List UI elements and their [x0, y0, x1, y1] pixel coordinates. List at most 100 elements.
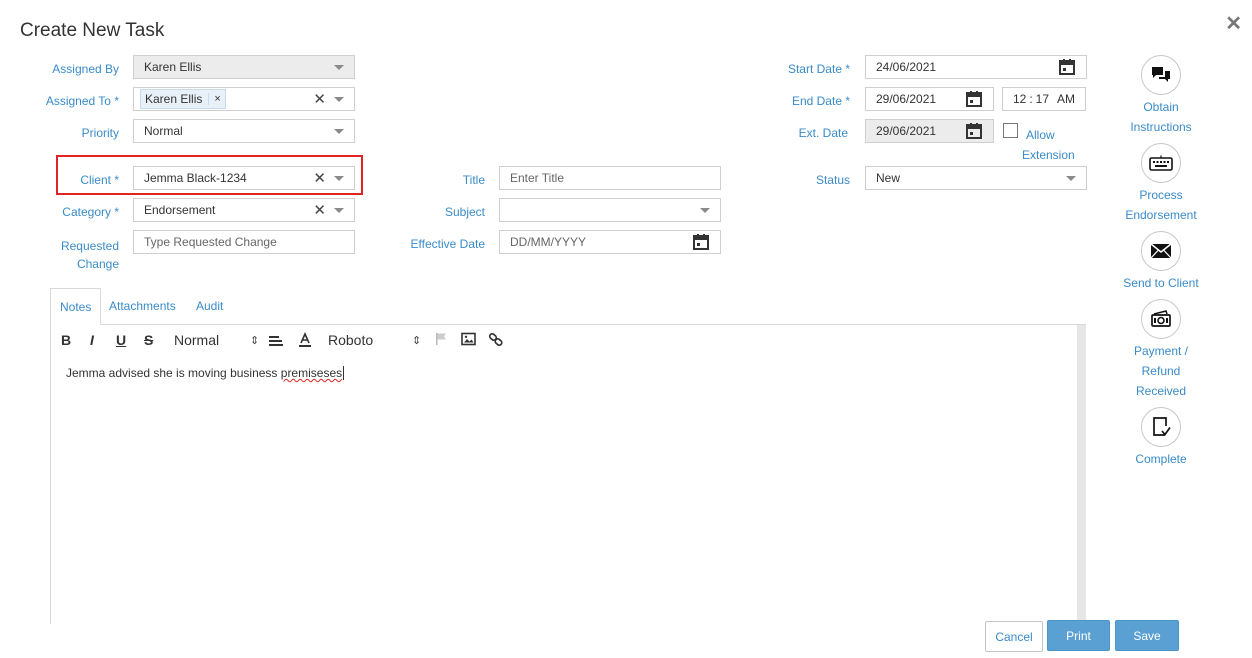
- envelope-icon[interactable]: [1141, 231, 1181, 271]
- send-to-client-action[interactable]: Send to Client: [1116, 231, 1206, 293]
- requested-change-input[interactable]: Type Requested Change: [133, 230, 355, 254]
- misspelled-word: premiseses: [280, 366, 343, 380]
- subject-select[interactable]: [499, 198, 721, 222]
- complete-action[interactable]: Complete: [1116, 407, 1206, 469]
- effective-date-label: Effective Date: [410, 237, 485, 251]
- effective-date-input[interactable]: DD/MM/YYYY: [499, 230, 721, 254]
- calendar-icon[interactable]: [965, 122, 983, 140]
- obtain-instructions-action[interactable]: Obtain Instructions: [1116, 55, 1206, 137]
- text-cursor: [343, 366, 345, 380]
- title-placeholder: Enter Title: [510, 171, 565, 185]
- allow-extension-line1: Allow: [1026, 128, 1055, 142]
- cash-icon[interactable]: [1141, 299, 1181, 339]
- calendar-icon[interactable]: [692, 233, 710, 251]
- chevron-down-icon[interactable]: [334, 175, 344, 181]
- clear-icon[interactable]: ✕: [313, 203, 326, 218]
- assigned-by-label: Assigned By: [52, 62, 119, 76]
- allow-extension-label: Allow Extension: [1022, 125, 1084, 165]
- payment-refund-action[interactable]: Payment / Refund Received: [1116, 299, 1206, 401]
- image-icon[interactable]: [461, 332, 476, 346]
- calendar-icon[interactable]: [1058, 58, 1076, 76]
- assigned-by-select[interactable]: Karen Ellis: [133, 55, 355, 79]
- effective-date-placeholder: DD/MM/YYYY: [510, 235, 587, 249]
- tab-bar: Notes Attachments Audit: [50, 288, 1086, 325]
- payment-refund-line2: Refund: [1141, 364, 1181, 378]
- process-endorsement-action[interactable]: Process Endorsement: [1116, 143, 1206, 225]
- title-input[interactable]: Enter Title: [499, 166, 721, 190]
- status-select[interactable]: New: [865, 166, 1087, 190]
- tab-attachments[interactable]: Attachments: [100, 288, 185, 325]
- end-time-input[interactable]: 12 : 17 AM: [1002, 87, 1086, 111]
- client-select[interactable]: Jemma Black-1234 ✕: [133, 166, 355, 190]
- obtain-instructions-line1: Obtain: [1143, 100, 1179, 114]
- send-to-client-line1: Send to Client: [1123, 276, 1199, 290]
- allow-extension-checkbox[interactable]: [1003, 123, 1018, 138]
- start-date-value: 24/06/2021: [876, 60, 937, 74]
- bold-button[interactable]: B: [61, 330, 71, 350]
- underline-button[interactable]: U: [116, 330, 126, 350]
- process-endorsement-line1: Process: [1139, 188, 1183, 202]
- assigned-by-value: Karen Ellis: [144, 60, 202, 74]
- italic-button[interactable]: I: [90, 330, 94, 350]
- priority-select[interactable]: Normal: [133, 119, 355, 143]
- payment-refund-line1: Payment /: [1133, 344, 1189, 358]
- process-endorsement-label: Process Endorsement: [1116, 185, 1206, 225]
- start-date-input[interactable]: 24/06/2021: [865, 55, 1087, 79]
- assigned-to-tag: Karen Ellis ×: [140, 89, 226, 109]
- tab-notes[interactable]: Notes: [50, 288, 102, 325]
- text-color-icon[interactable]: [297, 332, 313, 348]
- assigned-to-tag-label: Karen Ellis: [145, 92, 203, 106]
- requested-change-label-line1: Requested: [60, 239, 119, 253]
- strike-button[interactable]: S: [144, 330, 153, 350]
- end-time-hour[interactable]: 12: [1013, 92, 1026, 106]
- print-button[interactable]: Print: [1047, 620, 1110, 651]
- size-updown-icon[interactable]: ⇕: [250, 330, 259, 350]
- clear-icon[interactable]: ✕: [313, 92, 326, 107]
- tab-audit[interactable]: Audit: [187, 288, 232, 325]
- font-updown-icon[interactable]: ⇕: [412, 330, 421, 350]
- document-check-icon[interactable]: [1141, 407, 1181, 447]
- size-dropdown[interactable]: Normal: [174, 330, 219, 350]
- save-button[interactable]: Save: [1115, 620, 1179, 651]
- status-label: Status: [815, 173, 850, 187]
- end-date-input[interactable]: 29/06/2021: [865, 87, 994, 111]
- ext-date-value: 29/06/2021: [876, 124, 937, 138]
- subject-label: Subject: [444, 205, 485, 219]
- chevron-down-icon: [334, 64, 344, 70]
- chevron-down-icon[interactable]: [334, 96, 344, 102]
- allow-extension-line2: Extension: [1022, 148, 1075, 162]
- end-date-value: 29/06/2021: [876, 92, 937, 106]
- end-time-separator: :: [1029, 92, 1033, 106]
- ext-date-label: Ext. Date: [798, 126, 848, 140]
- chevron-down-icon: [1066, 175, 1076, 181]
- payment-refund-label: Payment / Refund Received: [1116, 341, 1206, 401]
- cancel-button[interactable]: Cancel: [985, 621, 1043, 652]
- tag-remove-icon[interactable]: ×: [208, 93, 221, 105]
- category-select[interactable]: Endorsement ✕: [133, 198, 355, 222]
- flag-icon[interactable]: [434, 332, 448, 346]
- end-time-minute[interactable]: 17: [1036, 92, 1049, 106]
- chevron-down-icon[interactable]: [334, 207, 344, 213]
- note-content[interactable]: Jemma advised she is moving business pre…: [66, 366, 345, 380]
- client-label: Client *: [80, 173, 119, 187]
- client-value: Jemma Black-1234: [144, 171, 247, 185]
- editor-scrollbar[interactable]: [1077, 325, 1086, 625]
- link-icon[interactable]: [488, 332, 504, 347]
- end-time-ampm[interactable]: AM: [1057, 92, 1075, 106]
- assigned-to-label: Assigned To *: [45, 94, 119, 108]
- ext-date-input[interactable]: 29/06/2021: [865, 119, 994, 143]
- assigned-to-select[interactable]: Karen Ellis × ✕: [133, 87, 355, 111]
- calendar-icon[interactable]: [965, 90, 983, 108]
- chevron-down-icon: [700, 207, 710, 213]
- chat-icon[interactable]: [1141, 55, 1181, 95]
- title-label: Title: [462, 173, 485, 187]
- close-icon[interactable]: ✕: [1225, 14, 1242, 34]
- clear-icon[interactable]: ✕: [313, 171, 326, 186]
- requested-change-placeholder: Type Requested Change: [144, 235, 277, 249]
- align-icon[interactable]: [268, 332, 284, 348]
- priority-label: Priority: [81, 126, 119, 140]
- keyboard-icon[interactable]: [1141, 143, 1181, 183]
- chevron-down-icon: [334, 128, 344, 134]
- process-endorsement-line2: Endorsement: [1125, 208, 1197, 222]
- font-dropdown[interactable]: Roboto: [328, 330, 373, 350]
